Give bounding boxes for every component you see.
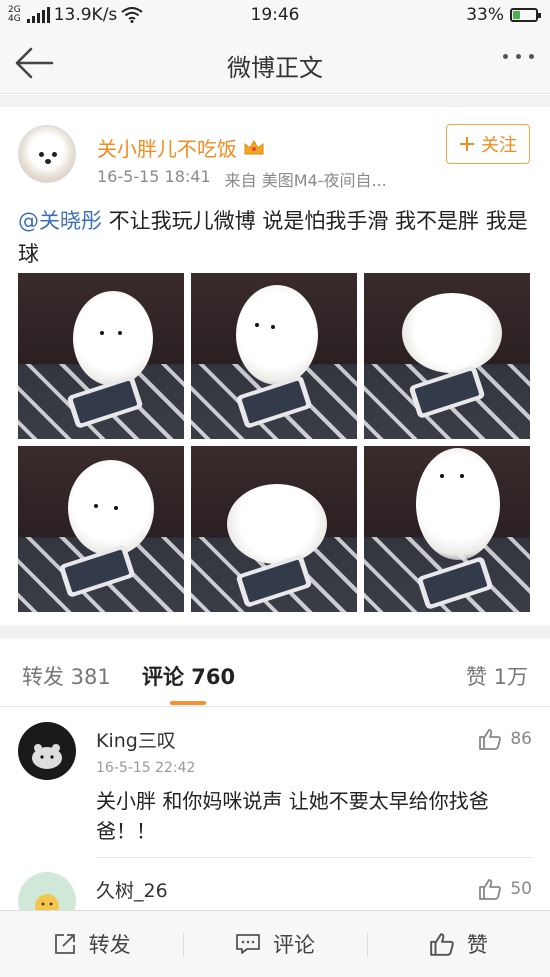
nav-bar: 微博正文 <box>0 32 550 94</box>
comment-icon <box>236 934 260 954</box>
comment-like-count: 50 <box>510 879 532 899</box>
status-right: 33% <box>466 5 541 25</box>
crown-badge-icon <box>244 139 264 154</box>
photo-grid <box>18 273 530 612</box>
active-tab-indicator <box>170 701 206 705</box>
post-meta: 16-5-15 18:41 来自 美图M4-夜间自... <box>97 167 387 191</box>
post-date: 16-5-15 18:41 <box>97 167 211 186</box>
author-avatar[interactable] <box>18 125 76 183</box>
section-divider <box>0 625 550 639</box>
cartoon-avatar-icon <box>35 894 59 910</box>
plus-icon <box>460 137 474 151</box>
comment-label: 评论 <box>272 933 315 957</box>
like-button[interactable]: 赞 <box>366 911 550 977</box>
commenter-avatar[interactable] <box>18 872 76 910</box>
bear-avatar-icon <box>32 744 62 769</box>
commenter-avatar[interactable] <box>18 722 76 780</box>
like-label: 赞 <box>466 933 488 957</box>
comment-like-count: 86 <box>510 729 532 749</box>
follow-label: 关注 <box>481 135 517 156</box>
post-text: @关晓彤 不让我玩儿微博 说是怕我手滑 我不是胖 我是球 <box>18 205 533 271</box>
mention-link[interactable]: @关晓彤 <box>18 209 102 233</box>
weibo-post: 关小胖儿不吃饭 16-5-15 18:41 来自 美图M4-夜间自... 关注 … <box>0 107 550 625</box>
comment-item: 久树_26 50 <box>0 858 550 910</box>
commenter-name[interactable]: King三叹 <box>96 726 176 753</box>
page-title: 微博正文 <box>227 54 323 82</box>
dog-photo-5[interactable] <box>191 446 357 612</box>
thumbs-up-icon <box>479 729 502 750</box>
comment-button[interactable]: 评论 <box>183 911 366 977</box>
tab-comments[interactable]: 评论 760 <box>142 661 235 691</box>
more-options-icon[interactable] <box>503 54 534 59</box>
author-name-row[interactable]: 关小胖儿不吃饭 <box>97 133 265 162</box>
battery-percent: 33% <box>466 5 504 25</box>
follow-button[interactable]: 关注 <box>446 124 530 164</box>
bottom-toolbar: 转发 评论 赞 <box>0 910 550 977</box>
commenter-name[interactable]: 久树_26 <box>96 876 168 903</box>
comment-like-button[interactable]: 86 <box>478 728 532 750</box>
dog-photo-6[interactable] <box>364 446 530 612</box>
battery-icon <box>510 8 541 22</box>
comment-text: 关小胖 和你妈咪说声 让她不要太早给你找爸爸！！ <box>96 789 489 843</box>
tab-likes[interactable]: 赞 1万 <box>466 661 528 691</box>
dog-photo-1[interactable] <box>18 273 184 439</box>
repost-label: 转发 <box>88 933 131 957</box>
interaction-tabs: 转发 381 评论 760 赞 1万 <box>0 639 550 707</box>
tab-repost[interactable]: 转发 381 <box>22 661 111 691</box>
comment-like-button[interactable]: 50 <box>478 878 532 900</box>
status-bar: 2G 4G 13.9K/s 19:46 33% <box>0 0 550 32</box>
post-source: 来自 美图M4-夜间自... <box>224 171 387 190</box>
dog-photo-2[interactable] <box>191 273 357 439</box>
author-name[interactable]: 关小胖儿不吃饭 <box>97 133 237 162</box>
dog-photo-4[interactable] <box>18 446 184 612</box>
repost-icon <box>54 934 75 954</box>
dog-photo-3[interactable] <box>364 273 530 439</box>
section-divider <box>0 95 550 107</box>
thumbs-up-icon <box>479 879 502 900</box>
repost-button[interactable]: 转发 <box>0 911 183 977</box>
thumbs-up-icon <box>430 933 454 956</box>
comment-item: King三叹 16-5-15 22:42 关小胖 和你妈咪说声 让她不要太早给你… <box>0 708 550 858</box>
comment-time: 16-5-15 22:42 <box>96 760 196 776</box>
